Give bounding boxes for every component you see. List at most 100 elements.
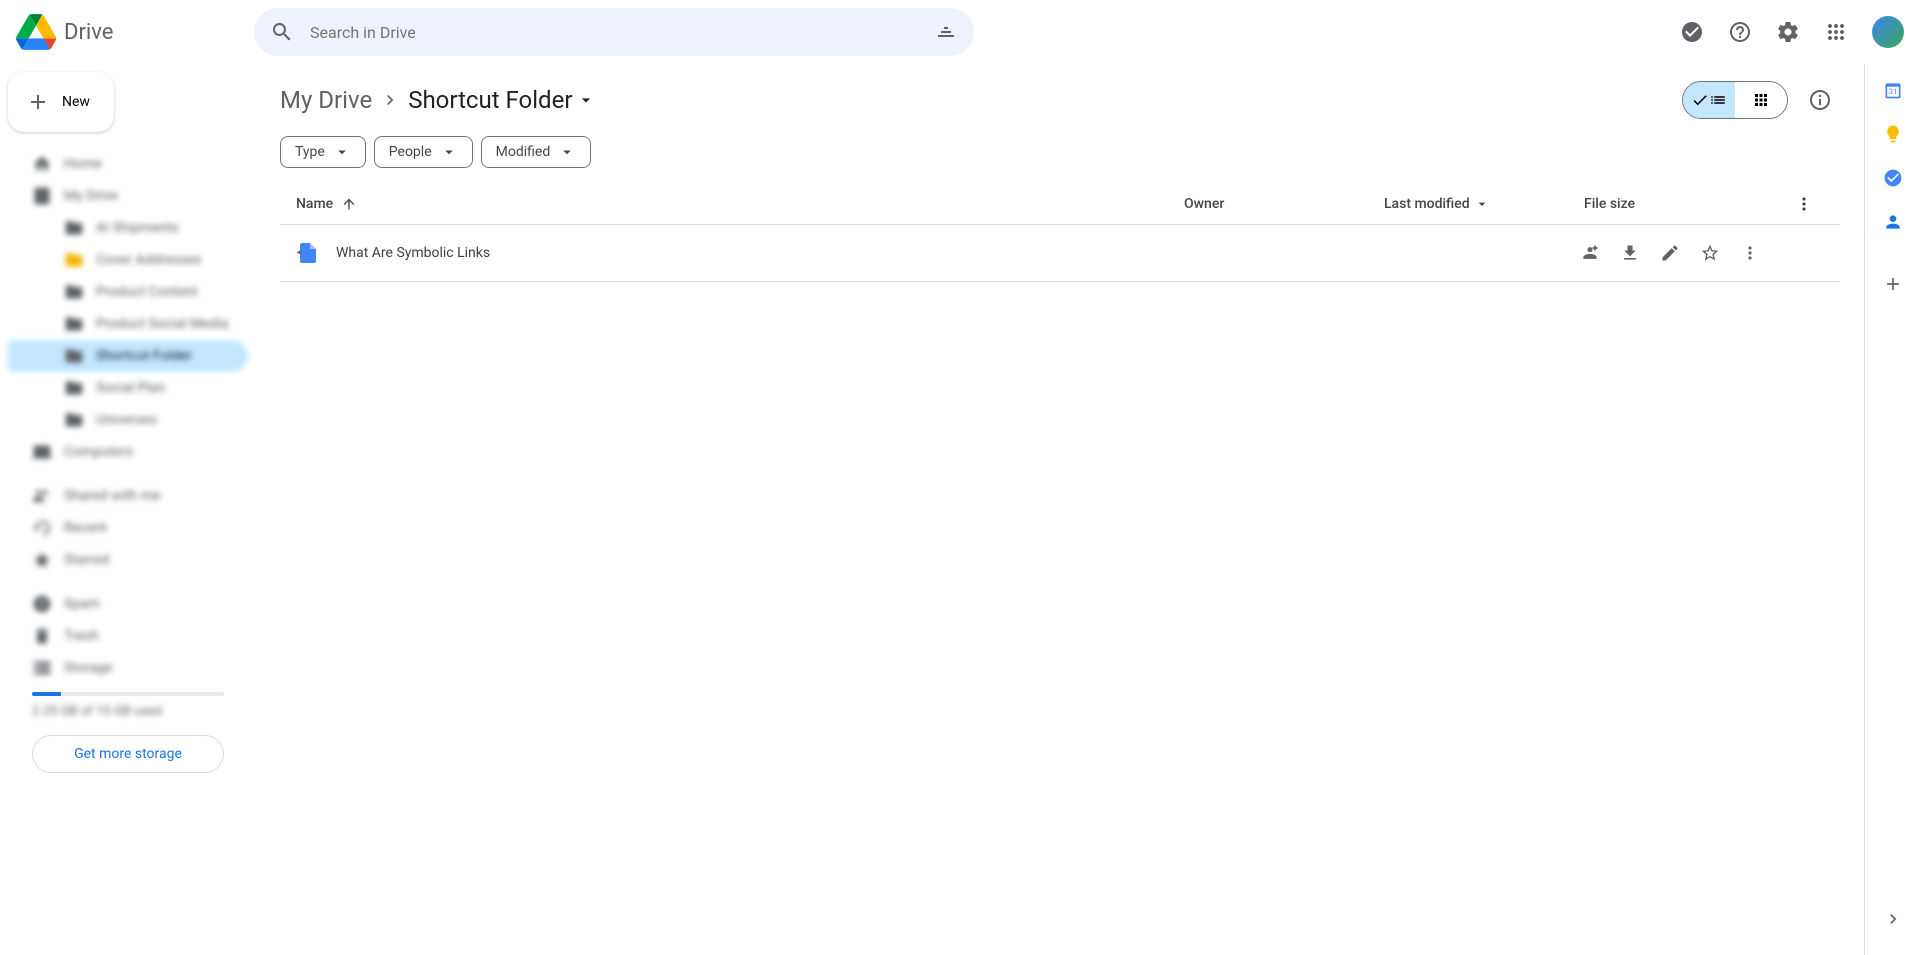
caret-down-icon — [576, 90, 596, 110]
main: New HomeMy DriveAI ShipmentsCover Addres… — [0, 64, 1920, 955]
sidebar-item-recent[interactable]: Recent — [8, 512, 248, 544]
plus-icon — [26, 90, 50, 114]
breadcrumb: My Drive Shortcut Folder — [280, 86, 596, 114]
sidebar-item-label: Social Plan — [96, 380, 165, 396]
sidebar-item-label: Universes — [96, 412, 157, 428]
star-button[interactable] — [1692, 235, 1728, 271]
content: My Drive Shortcut Folder — [256, 64, 1920, 955]
file-name: What Are Symbolic Links — [336, 245, 490, 261]
sidebar-item-shortcut-folder[interactable]: Shortcut Folder — [8, 340, 248, 372]
list-icon — [1709, 91, 1727, 109]
sidebar-item-computers[interactable]: Computers — [8, 436, 248, 468]
help-icon[interactable] — [1720, 12, 1760, 52]
tasks-icon[interactable] — [1883, 168, 1903, 188]
content-main: My Drive Shortcut Folder — [256, 64, 1864, 955]
sidebar-item-spam[interactable]: Spam — [8, 588, 248, 620]
breadcrumb-row: My Drive Shortcut Folder — [280, 80, 1840, 120]
details-button[interactable] — [1800, 80, 1840, 120]
apps-icon[interactable] — [1816, 12, 1856, 52]
search-input[interactable] — [310, 23, 934, 42]
sidebar-item-cover-addresses[interactable]: Cover Addresses — [8, 244, 248, 276]
star-outline-icon — [1700, 243, 1720, 263]
storage-bar — [32, 692, 224, 696]
sidebar-item-label: Trash — [64, 628, 99, 644]
drive-icon — [32, 186, 52, 206]
caret-down-icon — [1474, 196, 1490, 212]
keep-icon[interactable] — [1883, 124, 1903, 144]
get-storage-button[interactable]: Get more storage — [32, 735, 224, 773]
sidebar-item-starred[interactable]: Starred — [8, 544, 248, 576]
contacts-icon[interactable] — [1883, 212, 1903, 232]
app-title: Drive — [64, 20, 113, 45]
shared-icon — [32, 486, 52, 506]
add-panel-button[interactable] — [1873, 264, 1913, 304]
sidebar-item-label: Starred — [64, 552, 109, 568]
edit-icon — [1660, 243, 1680, 263]
new-button[interactable]: New — [8, 72, 114, 132]
folder-icon — [64, 378, 84, 398]
chevron-right-icon — [1883, 909, 1903, 929]
home-icon — [32, 154, 52, 174]
calendar-icon[interactable]: 31 — [1883, 80, 1903, 100]
table-row[interactable]: What Are Symbolic Links — [280, 225, 1840, 282]
sidebar-item-universes[interactable]: Universes — [8, 404, 248, 436]
sidebar-item-my-drive[interactable]: My Drive — [8, 180, 248, 212]
list-view-button[interactable] — [1683, 82, 1735, 118]
chevron-right-icon — [380, 90, 400, 110]
sidebar-item-home[interactable]: Home — [8, 148, 248, 180]
more-vert-icon — [1740, 243, 1760, 263]
sidebar-item-label: Product Social Media — [96, 316, 229, 332]
folder-icon — [64, 314, 84, 334]
share-button[interactable] — [1572, 235, 1608, 271]
more-button[interactable] — [1732, 235, 1768, 271]
sidebar-item-label: Cover Addresses — [96, 252, 201, 268]
trash-icon — [32, 626, 52, 646]
collapse-panel-button[interactable] — [1873, 899, 1913, 939]
column-owner[interactable]: Owner — [1184, 196, 1384, 212]
filter-type[interactable]: Type — [280, 136, 366, 168]
more-vert-icon — [1794, 194, 1814, 214]
sidebar-item-social-plan[interactable]: Social Plan — [8, 372, 248, 404]
row-name: What Are Symbolic Links — [296, 241, 1572, 265]
grid-view-button[interactable] — [1735, 82, 1787, 118]
sidebar-item-label: Computers — [64, 444, 133, 460]
star-icon — [32, 550, 52, 570]
breadcrumb-current[interactable]: Shortcut Folder — [408, 86, 596, 114]
side-panel: 31 — [1864, 64, 1920, 955]
table-header: Name Owner Last modified File size — [280, 184, 1840, 225]
avatar[interactable] — [1872, 16, 1904, 48]
column-modified[interactable]: Last modified — [1384, 196, 1584, 212]
storage-fill — [32, 692, 61, 696]
check-icon — [1691, 91, 1709, 109]
storage-icon — [32, 658, 52, 678]
settings-icon[interactable] — [1768, 12, 1808, 52]
column-name[interactable]: Name — [296, 196, 1184, 212]
sidebar-item-ai-shipments[interactable]: AI Shipments — [8, 212, 248, 244]
sidebar-item-shared-with-me[interactable]: Shared with me — [8, 480, 248, 512]
column-size[interactable]: File size — [1584, 196, 1784, 212]
recent-icon — [32, 518, 52, 538]
breadcrumb-parent[interactable]: My Drive — [280, 86, 372, 114]
grid-icon — [1752, 91, 1770, 109]
sidebar-item-storage[interactable]: Storage — [8, 652, 248, 684]
ready-offline-icon[interactable] — [1672, 12, 1712, 52]
search-bar[interactable] — [254, 8, 974, 56]
share-icon — [1580, 243, 1600, 263]
doc-shortcut-icon — [296, 241, 320, 265]
view-toggle — [1682, 80, 1840, 120]
logo-area[interactable]: Drive — [16, 12, 254, 52]
filter-people[interactable]: People — [374, 136, 473, 168]
caret-down-icon — [440, 143, 458, 161]
folder-icon — [64, 410, 84, 430]
sidebar-item-product-content[interactable]: Product Content — [8, 276, 248, 308]
sidebar-item-product-social-media[interactable]: Product Social Media — [8, 308, 248, 340]
search-options-icon[interactable] — [934, 20, 958, 44]
column-menu[interactable] — [1784, 194, 1824, 214]
computers-icon — [32, 442, 52, 462]
row-actions — [1572, 235, 1768, 271]
download-button[interactable] — [1612, 235, 1648, 271]
sidebar-item-trash[interactable]: Trash — [8, 620, 248, 652]
edit-button[interactable] — [1652, 235, 1688, 271]
filter-modified[interactable]: Modified — [481, 136, 592, 168]
sort-up-icon — [341, 196, 357, 212]
